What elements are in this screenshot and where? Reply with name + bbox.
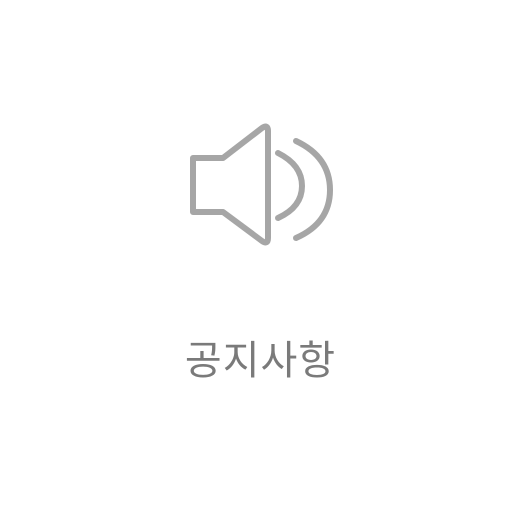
- tile-label: 공지사항: [184, 338, 337, 384]
- speaker-volume-icon: [190, 123, 333, 246]
- notice-tile-button[interactable]: 공지사항: [0, 0, 521, 521]
